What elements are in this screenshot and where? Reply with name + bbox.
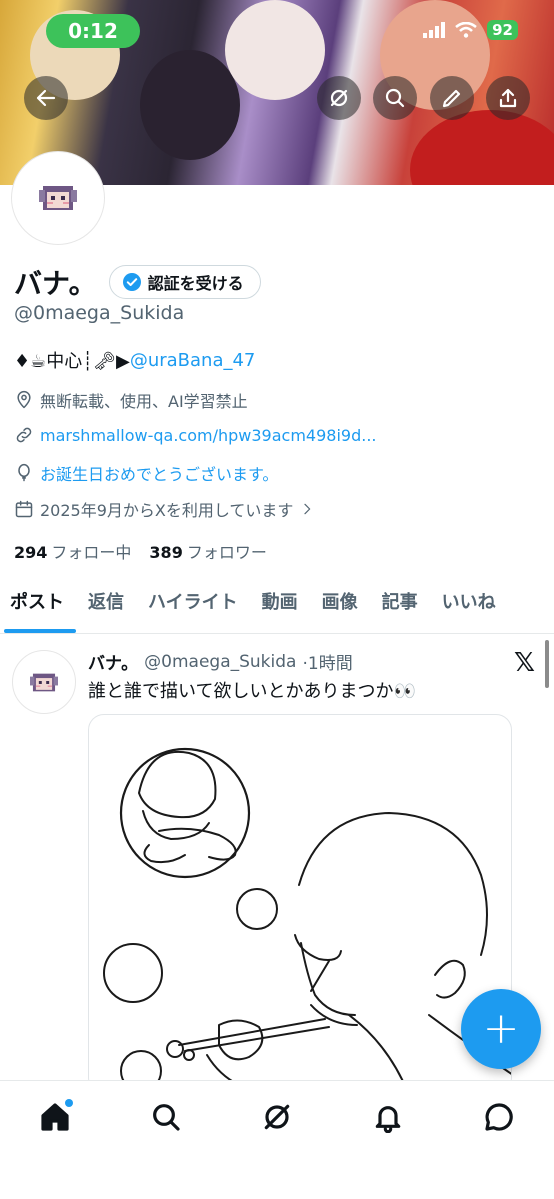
profile-tabs: ポスト 返信 ハイライト 動画 画像 記事 いいね	[0, 584, 554, 634]
profile-website[interactable]: marshmallow-qa.com/hpw39acm498i9d...	[14, 425, 377, 445]
tab-replies[interactable]: 返信	[78, 584, 138, 632]
name-row: バナ。 認証を受ける	[14, 262, 261, 302]
tab-highlights[interactable]: ハイライト	[138, 584, 252, 632]
edit-button[interactable]	[430, 76, 474, 120]
grok-icon	[330, 89, 348, 107]
nav-messages[interactable]	[479, 1097, 519, 1137]
website-link[interactable]: marshmallow-qa.com/hpw39acm498i9d...	[40, 426, 377, 445]
display-name: バナ。	[14, 267, 97, 300]
bell-icon	[375, 1106, 401, 1133]
notice-text: 無断転載、使用、AI学習禁止	[40, 392, 248, 411]
bottom-navigation	[0, 1080, 554, 1199]
post-text: 誰と誰で描いて欲しいとかありまつか👀	[88, 681, 416, 702]
profile-bio: ♦☕中心┊🗝▶ @uraBana_47	[14, 347, 255, 373]
followers-count: 389	[149, 543, 183, 562]
banner-art-body-4	[410, 110, 554, 185]
search-icon	[385, 88, 405, 108]
post-media-image[interactable]	[88, 714, 512, 1094]
grok-icon	[264, 1104, 290, 1130]
post-time: ·1時間	[302, 654, 353, 674]
tab-posts[interactable]: ポスト	[0, 584, 78, 633]
tab-articles[interactable]: 記事	[372, 584, 432, 632]
cellular-signal-icon	[423, 22, 446, 38]
battery-indicator: 92	[487, 20, 518, 40]
link-icon	[16, 427, 32, 443]
verify-label: 認証を受ける	[147, 274, 244, 293]
balloon-icon	[18, 463, 30, 482]
back-button[interactable]	[24, 76, 68, 120]
tab-images[interactable]: 画像	[312, 584, 372, 632]
x-logo-icon: 𝕏	[514, 648, 535, 678]
verified-badge-icon	[122, 273, 141, 291]
profile-handle: @0maega_Sukida	[14, 302, 185, 324]
following-label: フォロー中	[51, 543, 132, 562]
share-icon	[499, 88, 517, 108]
followers-link[interactable]: 389 フォロワー	[149, 539, 266, 563]
nav-grok[interactable]	[257, 1097, 297, 1137]
sketch-illustration	[103, 747, 511, 1093]
profile-joined[interactable]: 2025年9月からXを利用しています	[14, 497, 315, 521]
calendar-icon	[15, 500, 33, 518]
tab-likes[interactable]: いいね	[432, 584, 510, 632]
share-button[interactable]	[486, 76, 530, 120]
back-arrow-icon	[36, 89, 56, 107]
post-author-name[interactable]: バナ。	[88, 649, 138, 674]
chevron-right-icon	[304, 503, 311, 515]
profile-avatar[interactable]	[12, 152, 104, 244]
pixel-avatar-image	[30, 673, 58, 691]
joined-text: 2025年9月からXを利用しています	[40, 501, 294, 520]
compose-post-button[interactable]: +	[461, 989, 541, 1069]
post-avatar[interactable]	[12, 650, 76, 714]
notification-dot	[65, 1099, 73, 1107]
followers-label: フォロワー	[186, 543, 267, 562]
search-button[interactable]	[373, 76, 417, 120]
location-pin-icon	[17, 390, 31, 409]
grok-button[interactable]	[317, 76, 361, 120]
get-verified-button[interactable]: 認証を受ける	[108, 265, 261, 299]
nav-notifications[interactable]	[368, 1097, 408, 1137]
bio-mention-link[interactable]: @uraBana_47	[130, 350, 256, 371]
banner-art-head-3	[225, 0, 325, 100]
status-time: 0:12	[46, 14, 140, 48]
pixel-avatar-image	[39, 186, 77, 210]
nav-home[interactable]	[35, 1097, 75, 1137]
profile-notice: 無断転載、使用、AI学習禁止	[14, 388, 248, 412]
nav-search[interactable]	[146, 1097, 186, 1137]
following-count: 294	[14, 543, 48, 562]
profile-birthday: お誕生日おめでとうございます。	[14, 461, 278, 485]
post-header: バナ。 @0maega_Sukida ·1時間	[88, 649, 353, 675]
search-icon	[153, 1104, 180, 1131]
tab-videos[interactable]: 動画	[252, 584, 312, 632]
status-indicators: 92	[423, 20, 518, 40]
post-author-handle[interactable]: @0maega_Sukida	[144, 652, 296, 672]
bio-text: ♦☕中心┊🗝▶	[14, 351, 130, 372]
profile-banner[interactable]: 0:12 92	[0, 0, 554, 185]
follow-stats: 294 フォロー中 389 フォロワー	[14, 539, 267, 563]
pencil-icon	[442, 89, 461, 108]
birthday-text[interactable]: お誕生日おめでとうございます。	[40, 461, 278, 485]
following-link[interactable]: 294 フォロー中	[14, 539, 131, 563]
message-icon	[485, 1103, 513, 1131]
banner-art-head-2	[140, 50, 240, 160]
wifi-icon	[455, 22, 477, 38]
scrollbar[interactable]	[545, 640, 549, 688]
